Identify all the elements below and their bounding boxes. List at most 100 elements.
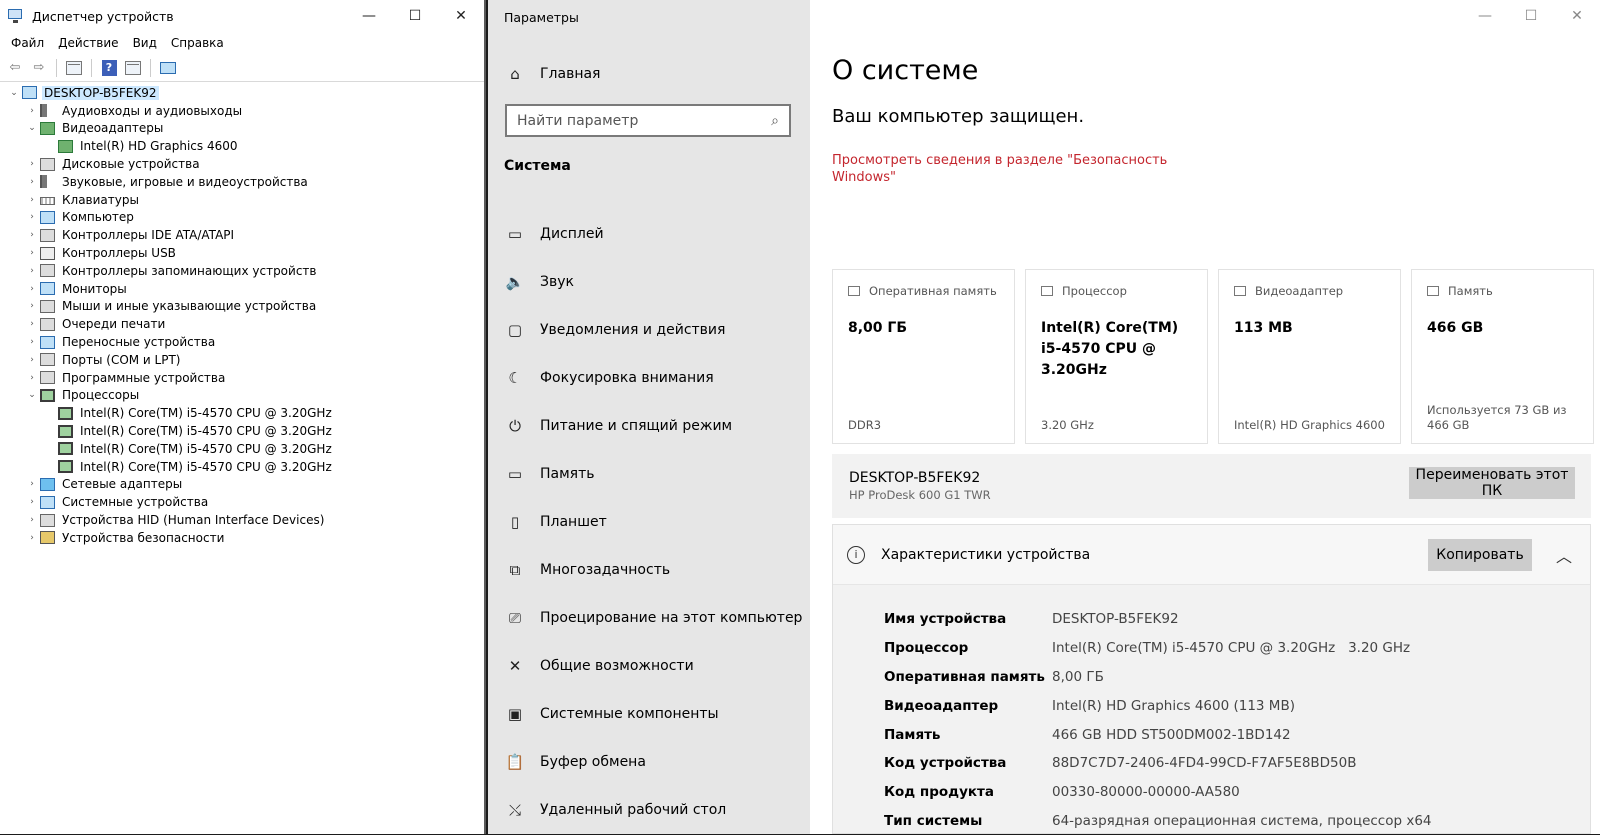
nav-item[interactable]: ⎚ Проецирование на этот компьютер	[504, 594, 802, 642]
tree-category-item[interactable]: ⌄ Видеоадаптеры	[0, 120, 484, 138]
tree-item-label: Аудиовходы и аудиовыходы	[62, 103, 243, 118]
nav-home[interactable]: ⌂ Главная	[504, 62, 600, 86]
nav-item[interactable]: ☾ Фокусировка внимания	[504, 354, 802, 402]
collapse-arrow-icon[interactable]: ⌄	[6, 88, 22, 98]
nav-item[interactable]: 📋 Буфер обмена	[504, 738, 802, 786]
expand-arrow-icon[interactable]: ›	[24, 479, 40, 489]
tree-category-item[interactable]: › Звуковые, игровые и видеоустройства	[0, 173, 484, 191]
expand-arrow-icon[interactable]: ›	[24, 301, 40, 311]
expand-arrow-icon[interactable]: ›	[24, 533, 40, 543]
expand-arrow-icon[interactable]: ›	[24, 284, 40, 294]
tree-item-label: Процессоры	[62, 388, 140, 403]
nav-item[interactable]: ▭ Дисплей	[504, 210, 802, 258]
ram-icon	[848, 286, 860, 296]
nav-item[interactable]: ⧉ Многозадачность	[504, 546, 802, 594]
tree-category-item[interactable]: › Компьютер	[0, 209, 484, 227]
scan-hardware-icon[interactable]	[157, 57, 179, 79]
menu-view[interactable]: Вид	[126, 36, 164, 50]
expand-arrow-icon[interactable]: ›	[24, 177, 40, 187]
search-input[interactable]	[517, 112, 761, 129]
menu-action[interactable]: Действие	[51, 36, 125, 50]
tree-category-item[interactable]: › Аудиовходы и аудиовыходы	[0, 102, 484, 120]
nav-item[interactable]: ✕ Общие возможности	[504, 642, 802, 690]
spec-card-value: 8,00 ГБ	[848, 320, 908, 336]
expand-arrow-icon[interactable]: ›	[24, 337, 40, 347]
security-link[interactable]: Просмотреть сведения в разделе "Безопасн…	[832, 152, 1172, 186]
tree-category-item[interactable]: › Устройства безопасности	[0, 529, 484, 547]
close-button[interactable]: ✕	[1554, 0, 1600, 32]
nav-item[interactable]: ⏻ Питание и спящий режим	[504, 402, 802, 450]
search-icon[interactable]: ⌕	[761, 113, 789, 129]
nav-item[interactable]: ⤯ Удаленный рабочий стол	[504, 786, 802, 834]
expand-arrow-icon[interactable]: ›	[24, 319, 40, 329]
maximize-button[interactable]: ☐	[392, 0, 438, 32]
tree-device-item[interactable]: Intel(R) HD Graphics 4600	[0, 137, 484, 155]
tree-category-item[interactable]: › Контроллеры запоминающих устройств	[0, 262, 484, 280]
tree-category-item[interactable]: › Клавиатуры	[0, 191, 484, 209]
tree-category-item[interactable]: › Программные устройства	[0, 369, 484, 387]
expand-arrow-icon[interactable]: ›	[24, 159, 40, 169]
expand-arrow-icon[interactable]: ›	[24, 230, 40, 240]
spec-card-value: 113 MB	[1234, 320, 1293, 336]
help-icon[interactable]: ?	[98, 57, 120, 79]
expand-arrow-icon[interactable]: ›	[24, 497, 40, 507]
tree-category-item[interactable]: › Сетевые адаптеры	[0, 476, 484, 494]
spec-row: Память 466 GB HDD ST500DM002-1BD142	[833, 720, 1590, 749]
tree-root[interactable]: ⌄ DESKTOP-B5FEK92	[0, 84, 484, 102]
tree-category-item[interactable]: › Переносные устройства	[0, 333, 484, 351]
tree-category-item[interactable]: › Мыши и иные указывающие устройства	[0, 298, 484, 316]
spec-key: Процессор	[884, 640, 969, 657]
close-button[interactable]: ✕	[438, 0, 484, 32]
rename-pc-button[interactable]: Переименовать этот ПК	[1409, 467, 1575, 499]
expand-arrow-icon[interactable]: ›	[24, 106, 40, 116]
maximize-button[interactable]: ☐	[1508, 0, 1554, 32]
back-arrow-icon[interactable]: ⇦	[4, 57, 26, 79]
spec-value: 466 GB HDD ST500DM002-1BD142	[1052, 726, 1291, 743]
tree-item-label: Клавиатуры	[62, 192, 139, 207]
menu-help[interactable]: Справка	[164, 36, 231, 50]
minimize-button[interactable]: —	[1462, 0, 1508, 32]
nav-item[interactable]: 🔈 Звук	[504, 258, 802, 306]
tree-category-item[interactable]: › Контроллеры USB	[0, 244, 484, 262]
tree-category-item[interactable]: › Дисковые устройства	[0, 155, 484, 173]
spec-card-value: Intel(R) Core(TM) i5-4570 CPU @ 3.20GHz	[1041, 320, 1179, 378]
tree-category-item[interactable]: › Очереди печати	[0, 315, 484, 333]
device-specs-header[interactable]: i Характеристики устройства Копировать ︿	[833, 525, 1590, 585]
menu-file[interactable]: Файл	[4, 36, 51, 50]
spec-row: Процессор Intel(R) Core(TM) i5-4570 CPU @…	[833, 634, 1590, 663]
minimize-button[interactable]: —	[346, 0, 392, 32]
toolbar-divider	[91, 58, 92, 77]
tree-category-item[interactable]: › Порты (COM и LPT)	[0, 351, 484, 369]
expand-arrow-icon[interactable]: ›	[24, 212, 40, 222]
tree-category-item[interactable]: › Системные устройства	[0, 493, 484, 511]
tree-category-item[interactable]: › Мониторы	[0, 280, 484, 298]
expand-arrow-icon[interactable]: ›	[24, 266, 40, 276]
computer-icon	[22, 86, 37, 100]
nav-item[interactable]: ▢ Уведомления и действия	[504, 306, 802, 354]
search-box[interactable]: ⌕	[505, 104, 791, 137]
tree-category-item[interactable]: › Контроллеры IDE ATA/ATAPI	[0, 226, 484, 244]
tree-category-item[interactable]: › Устройства HID (Human Interface Devices…	[0, 511, 484, 529]
spec-value: 8,00 ГБ	[1052, 668, 1104, 685]
properties-icon[interactable]	[63, 57, 85, 79]
tree-device-item[interactable]: Intel(R) Core(TM) i5-4570 CPU @ 3.20GHz	[0, 422, 484, 440]
chevron-up-icon[interactable]: ︿	[1556, 543, 1572, 567]
tree-device-item[interactable]: Intel(R) Core(TM) i5-4570 CPU @ 3.20GHz	[0, 440, 484, 458]
forward-arrow-icon[interactable]: ⇨	[28, 57, 50, 79]
collapse-arrow-icon[interactable]: ⌄	[24, 390, 40, 400]
tree-category-item[interactable]: ⌄ Процессоры	[0, 387, 484, 405]
nav-item[interactable]: ▣ Системные компоненты	[504, 690, 802, 738]
tree-device-item[interactable]: Intel(R) Core(TM) i5-4570 CPU @ 3.20GHz	[0, 458, 484, 476]
expand-arrow-icon[interactable]: ›	[24, 195, 40, 205]
expand-arrow-icon[interactable]: ›	[24, 355, 40, 365]
view-icon[interactable]	[122, 57, 144, 79]
copy-button[interactable]: Копировать	[1428, 539, 1532, 571]
spec-card-value: 466 GB	[1427, 320, 1484, 336]
expand-arrow-icon[interactable]: ›	[24, 515, 40, 525]
collapse-arrow-icon[interactable]: ⌄	[24, 123, 40, 133]
expand-arrow-icon[interactable]: ›	[24, 248, 40, 258]
nav-item[interactable]: ▭ Память	[504, 450, 802, 498]
expand-arrow-icon[interactable]: ›	[24, 373, 40, 383]
nav-item[interactable]: ▯ Планшет	[504, 498, 802, 546]
tree-device-item[interactable]: Intel(R) Core(TM) i5-4570 CPU @ 3.20GHz	[0, 404, 484, 422]
